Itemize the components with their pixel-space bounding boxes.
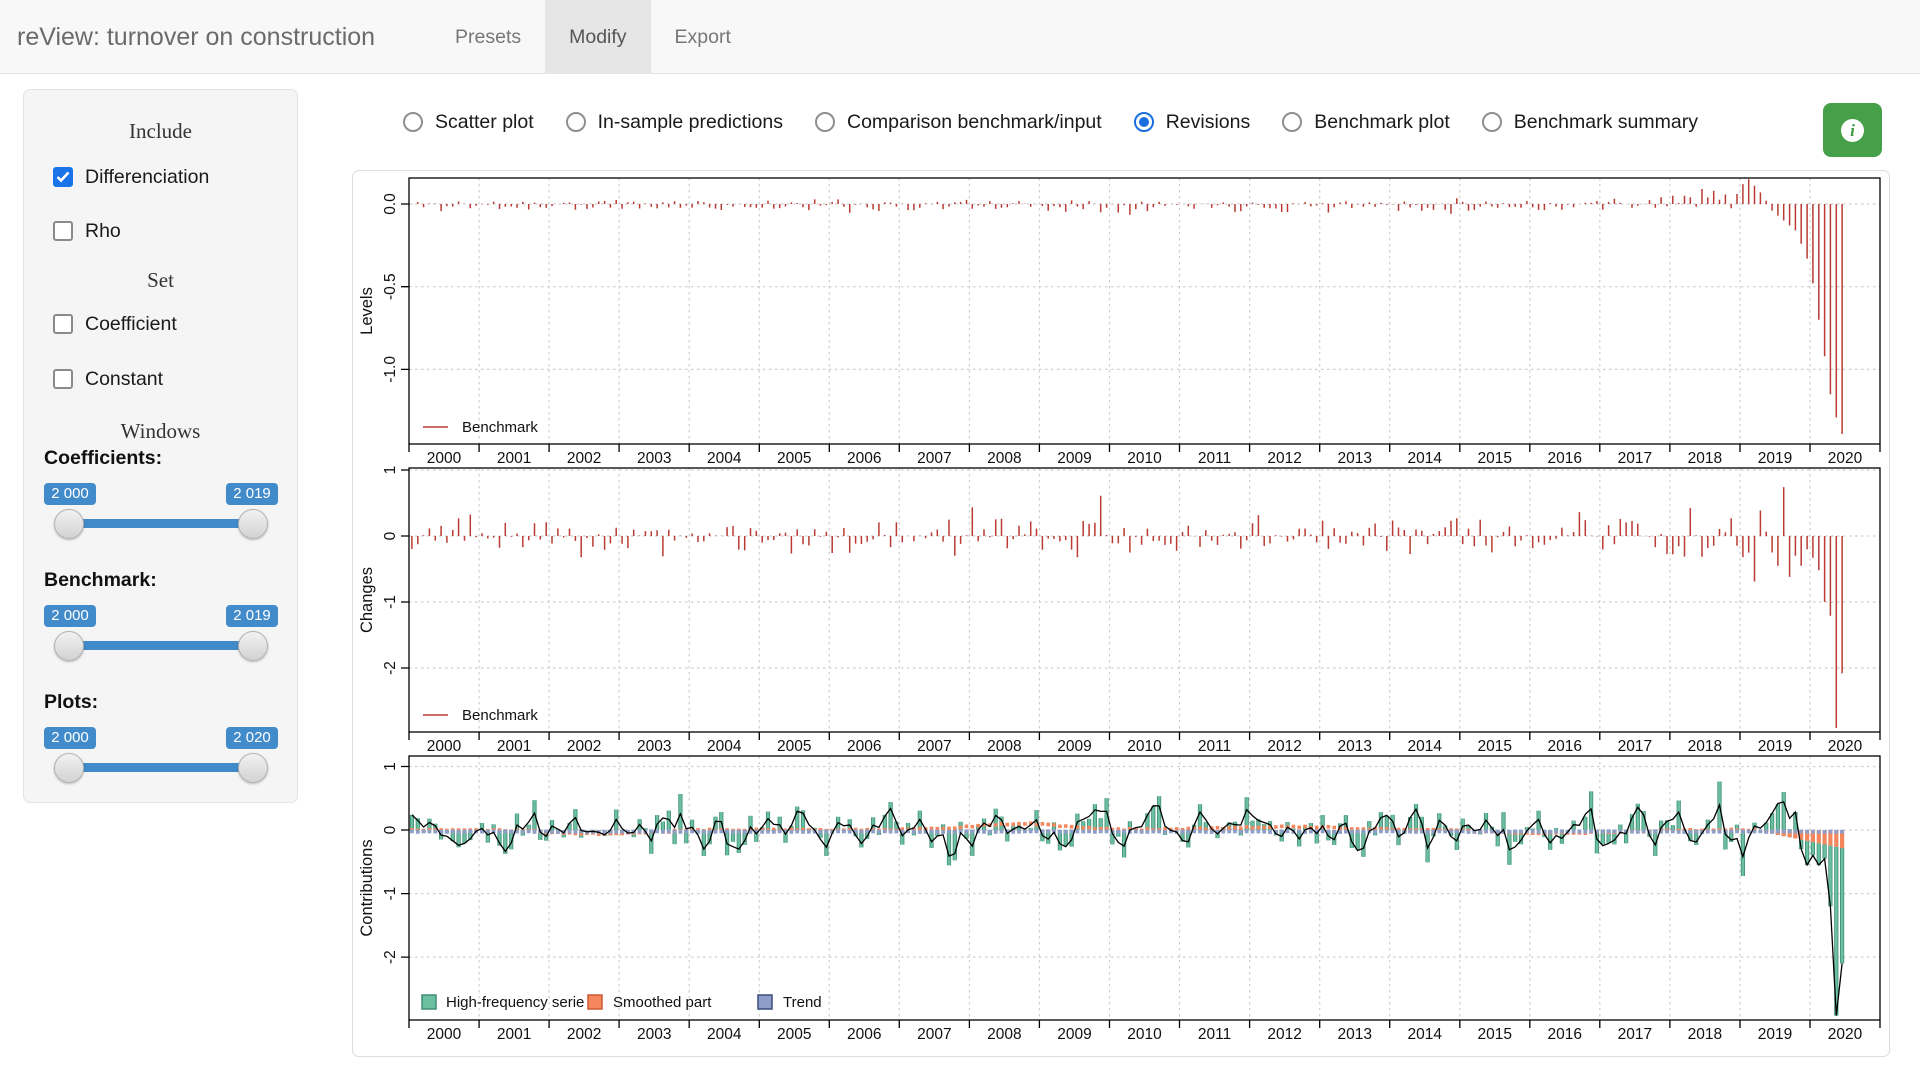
slider-value-from: 2 000 xyxy=(44,483,96,505)
radio-in-sample-predictions[interactable]: In-sample predictions xyxy=(566,111,783,134)
nav-tabs: Presets Modify Export xyxy=(431,0,755,74)
slider-handle-left[interactable] xyxy=(54,753,84,783)
checkbox-constant[interactable]: Constant xyxy=(53,366,163,392)
slider-value-from: 2 000 xyxy=(44,605,96,627)
plot-type-radio-group: Scatter plot In-sample predictions Compa… xyxy=(403,104,1698,140)
tab-modify[interactable]: Modify xyxy=(545,0,650,74)
charts-panel xyxy=(352,170,1890,1057)
slider-handle-right[interactable] xyxy=(238,509,268,539)
checkbox-coefficient[interactable]: Coefficient xyxy=(53,311,177,337)
checkbox-icon xyxy=(53,167,73,187)
slider-handle-left[interactable] xyxy=(54,631,84,661)
top-navbar: reView: turnover on construction Presets… xyxy=(0,0,1920,74)
app-title: reView: turnover on construction xyxy=(17,0,375,74)
slider-handle-left[interactable] xyxy=(54,509,84,539)
sidebar-panel: Include Differenciation Rho Set Coeffici… xyxy=(23,89,298,803)
checkbox-icon xyxy=(53,221,73,241)
radio-scatter-plot[interactable]: Scatter plot xyxy=(403,111,534,134)
slider-track[interactable] xyxy=(69,519,253,528)
radio-benchmark-plot[interactable]: Benchmark plot xyxy=(1282,111,1449,134)
slider-value-to: 2 019 xyxy=(226,605,278,627)
set-heading: Set xyxy=(24,268,297,293)
checkbox-icon xyxy=(53,369,73,389)
radio-icon xyxy=(403,112,423,132)
slider-label: Coefficients: xyxy=(44,447,278,470)
tab-export[interactable]: Export xyxy=(651,0,755,74)
slider-coefficients: Coefficients: 2 000 2 019 xyxy=(44,447,278,542)
slider-value-to: 2 020 xyxy=(226,727,278,749)
slider-value-to: 2 019 xyxy=(226,483,278,505)
radio-icon xyxy=(1482,112,1502,132)
checkbox-rho[interactable]: Rho xyxy=(53,218,121,244)
radio-icon xyxy=(1282,112,1302,132)
slider-track[interactable] xyxy=(69,641,253,650)
windows-heading: Windows xyxy=(24,419,297,444)
slider-value-from: 2 000 xyxy=(44,727,96,749)
radio-icon xyxy=(1134,112,1154,132)
slider-plots: Plots: 2 000 2 020 xyxy=(44,691,278,786)
slider-track[interactable] xyxy=(69,763,253,772)
info-button[interactable]: i xyxy=(1823,103,1882,157)
slider-label: Plots: xyxy=(44,691,278,714)
slider-benchmark: Benchmark: 2 000 2 019 xyxy=(44,569,278,664)
radio-icon xyxy=(815,112,835,132)
tab-presets[interactable]: Presets xyxy=(431,0,545,74)
info-icon: i xyxy=(1841,119,1864,142)
radio-revisions[interactable]: Revisions xyxy=(1134,111,1251,134)
slider-handle-right[interactable] xyxy=(238,631,268,661)
radio-benchmark-summary[interactable]: Benchmark summary xyxy=(1482,111,1698,134)
radio-comparison-benchmark-input[interactable]: Comparison benchmark/input xyxy=(815,111,1102,134)
include-heading: Include xyxy=(24,119,297,144)
slider-handle-right[interactable] xyxy=(238,753,268,783)
checkbox-icon xyxy=(53,314,73,334)
slider-label: Benchmark: xyxy=(44,569,278,592)
checkbox-differenciation[interactable]: Differenciation xyxy=(53,164,209,190)
radio-icon xyxy=(566,112,586,132)
